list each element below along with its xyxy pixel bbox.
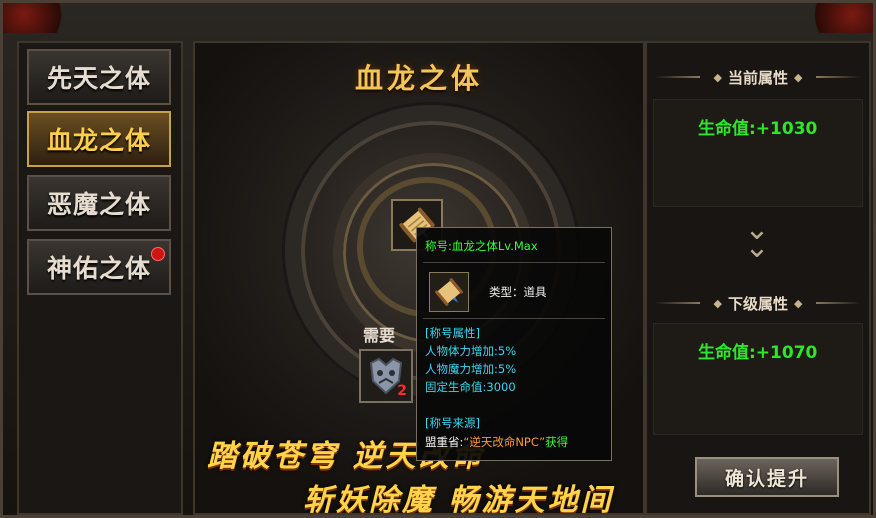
source-prefix: 盟重省: — [425, 435, 464, 449]
tab-emo[interactable]: 恶魔之体 — [27, 175, 171, 231]
source-section-header: [称号来源] — [425, 416, 480, 430]
next-attr-header-text: 下级属性 — [728, 294, 789, 313]
confirm-upgrade-button[interactable]: 确认提升 — [695, 457, 839, 497]
divider — [423, 262, 605, 263]
attr-line: 固定生命值:3000 — [425, 380, 516, 394]
source-suffix: 获得 — [545, 435, 569, 449]
dragon-ornament — [3, 3, 73, 33]
attr-line: 人物魔力增加:5% — [425, 362, 517, 376]
tooltip-item-icon — [429, 272, 469, 312]
item-tooltip: 称号:血龙之体Lv.Max 类型：道具 [称号属性] 人物体力增加:5% 人物魔… — [416, 227, 612, 461]
divider — [423, 318, 605, 319]
required-item-slot[interactable]: 2 — [359, 349, 413, 403]
source-npc: “逆天改命NPC” — [463, 435, 546, 449]
next-attr-header: ◆ 下级属性 ◆ — [647, 291, 869, 315]
tab-label: 先天之体 — [46, 64, 151, 93]
next-hp-value: 生命值:+1070 — [698, 343, 818, 363]
next-attr-box: 生命值:+1070 — [653, 323, 863, 435]
tab-xuelong[interactable]: 血龙之体 — [27, 111, 171, 167]
tooltip-item-type: 类型：道具 — [489, 285, 547, 299]
game-window: 先天之体 血龙之体 恶魔之体 神佑之体 血龙之体 需要 2 踏破苍穹 逆天改命 … — [0, 0, 876, 518]
attr-section-header: [称号属性] — [425, 326, 480, 340]
tooltip-item-name: 称号:血龙之体Lv.Max — [425, 239, 538, 253]
current-attr-box: 生命值:+1030 — [653, 99, 863, 207]
current-hp-value: 生命值:+1030 — [698, 119, 818, 139]
need-label: 需要 — [363, 326, 396, 345]
notification-dot — [151, 247, 165, 261]
panel-title: 血龙之体 — [354, 62, 483, 95]
scroll-icon — [435, 278, 463, 306]
tab-label: 恶魔之体 — [46, 190, 151, 219]
body-type-tabs: 先天之体 血龙之体 恶魔之体 神佑之体 — [17, 41, 183, 515]
double-chevron-down-icon: ⌄ ⌄ — [744, 212, 770, 265]
current-attr-header: ◆ 当前属性 ◆ — [647, 65, 869, 89]
source-line: 盟重省:“逆天改命NPC”获得 — [425, 434, 568, 450]
tab-shenyou[interactable]: 神佑之体 — [27, 239, 171, 295]
tab-label: 神佑之体 — [46, 254, 151, 283]
tab-xiantian[interactable]: 先天之体 — [27, 49, 171, 105]
slogan-line-2: 斩妖除魔 畅游天地间 — [303, 483, 614, 515]
current-attr-header-text: 当前属性 — [728, 68, 789, 87]
attribute-panel: ◆ 当前属性 ◆ 生命值:+1030 ⌄ ⌄ ◆ 下级属性 ◆ 生命值:+1070 确认提… — [645, 41, 871, 515]
required-item-count: 2 — [397, 383, 407, 399]
tab-label: 血龙之体 — [46, 126, 151, 155]
attr-line: 人物体力增加:5% — [425, 344, 517, 358]
dragon-ornament — [803, 3, 873, 33]
